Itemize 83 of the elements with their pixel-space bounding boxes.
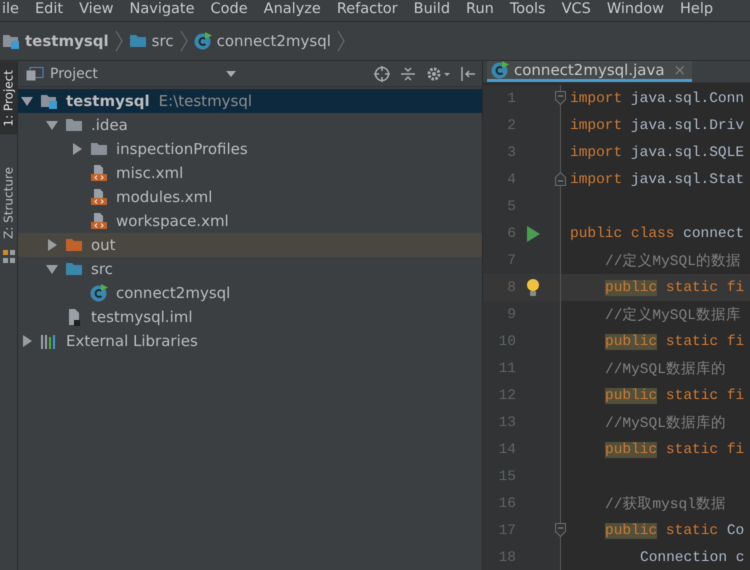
menu-item[interactable]: Edit — [32, 0, 66, 18]
panel-title: Project — [50, 66, 98, 82]
code-line: //MySQL数据库的 — [604, 414, 726, 432]
tree-item[interactable]: inspectionProfiles — [18, 137, 482, 161]
menu-item[interactable]: Build — [412, 0, 452, 18]
code-line: public static fi — [604, 334, 744, 350]
class-icon — [491, 61, 509, 79]
menu-item[interactable]: ile — [0, 0, 21, 18]
code-line: //MySQL数据库的 — [604, 360, 726, 378]
menu-item[interactable]: Navigate — [128, 0, 197, 18]
run-icon[interactable] — [526, 226, 540, 242]
project-folder-icon — [2, 33, 20, 49]
chevron-icon — [114, 30, 123, 52]
menu-item[interactable]: Window — [604, 0, 666, 18]
menu-item[interactable]: Analyze — [262, 0, 323, 18]
tree-item[interactable]: External Libraries — [18, 329, 482, 353]
fold-marker-icon[interactable] — [555, 91, 566, 105]
locate-icon[interactable] — [374, 66, 390, 82]
code-line: //定义MySQL的数据 — [604, 252, 741, 270]
project-path: E:\testmysql — [158, 92, 252, 110]
settings-icon[interactable] — [426, 66, 450, 82]
collapse-all-icon[interactable] — [400, 66, 416, 82]
libraries-icon — [40, 333, 58, 349]
expand-arrow-icon[interactable] — [21, 335, 33, 347]
project-folder-icon — [40, 93, 58, 109]
structure-icon — [2, 250, 14, 264]
folder-icon — [128, 34, 147, 48]
folder-icon — [65, 238, 83, 252]
menu-item[interactable]: Code — [208, 0, 250, 18]
menu-item[interactable]: Run — [464, 0, 496, 18]
editor-tab[interactable]: connect2mysql.java × — [487, 61, 692, 82]
expand-arrow-icon[interactable] — [46, 239, 58, 251]
tree-item[interactable]: src — [18, 257, 482, 281]
class-icon — [194, 32, 212, 50]
folder-icon — [90, 142, 108, 156]
xml-file-icon — [90, 164, 108, 182]
code-line: public static fi — [604, 280, 744, 296]
folder-icon — [65, 262, 83, 276]
folder-icon — [65, 118, 83, 132]
side-tab[interactable]: Z: Structure — [0, 158, 17, 246]
code-line: public static fi — [604, 442, 744, 458]
tree-item[interactable]: modules.xml — [18, 185, 482, 209]
tree-item[interactable]: connect2mysql — [18, 281, 482, 305]
tree-item[interactable]: workspace.xml — [18, 209, 482, 233]
xml-file-icon — [90, 188, 108, 206]
menu-item[interactable]: Tools — [508, 0, 548, 18]
dropdown-caret-icon[interactable] — [226, 70, 236, 76]
panel-icon — [26, 66, 44, 80]
code-line: public static fi — [604, 388, 744, 404]
breadcrumb-item[interactable]: connect2mysql — [216, 32, 331, 50]
code-line: import java.sql.Driv — [569, 118, 744, 134]
tree-item[interactable]: out — [18, 233, 482, 257]
chevron-icon — [336, 30, 345, 52]
fold-marker-icon[interactable] — [555, 172, 566, 186]
hide-panel-icon[interactable] — [460, 66, 476, 82]
tree-item[interactable]: misc.xml — [18, 161, 482, 185]
menu-item[interactable]: Help — [678, 0, 716, 18]
code-line: //获取mysql数据 — [604, 495, 726, 513]
collapse-arrow-icon[interactable] — [21, 95, 33, 107]
menu-item[interactable]: View — [77, 0, 116, 18]
code-line: import java.sql.Conn — [569, 90, 744, 106]
expand-arrow-icon[interactable] — [71, 143, 83, 155]
tree-item[interactable]: .idea — [18, 113, 482, 137]
menu-item[interactable]: Refactor — [334, 0, 400, 18]
breadcrumb-item[interactable]: src — [152, 32, 174, 50]
breadcrumb-item[interactable]: testmysql — [25, 32, 109, 50]
file-icon — [66, 308, 82, 326]
code-line: public class connect — [569, 226, 744, 242]
code-line: Connection c — [639, 550, 744, 566]
code-line: import java.sql.Stat — [569, 172, 744, 188]
menu-item[interactable]: VCS — [560, 0, 593, 18]
collapse-arrow-icon[interactable] — [46, 263, 58, 275]
collapse-arrow-icon[interactable] — [46, 119, 58, 131]
class-icon — [90, 284, 108, 302]
lightbulb-icon[interactable] — [526, 278, 540, 296]
fold-marker-icon[interactable] — [555, 523, 566, 537]
tree-item[interactable]: testmysql.iml — [18, 305, 482, 329]
tree-item[interactable]: testmysql E:\testmysql — [18, 89, 482, 113]
chevron-icon — [180, 30, 188, 52]
side-tab[interactable]: 1: Project — [0, 62, 17, 135]
code-line: import java.sql.SQLE — [569, 144, 744, 160]
xml-file-icon — [90, 212, 108, 230]
code-line: //定义MySQL数据库 — [604, 306, 741, 324]
